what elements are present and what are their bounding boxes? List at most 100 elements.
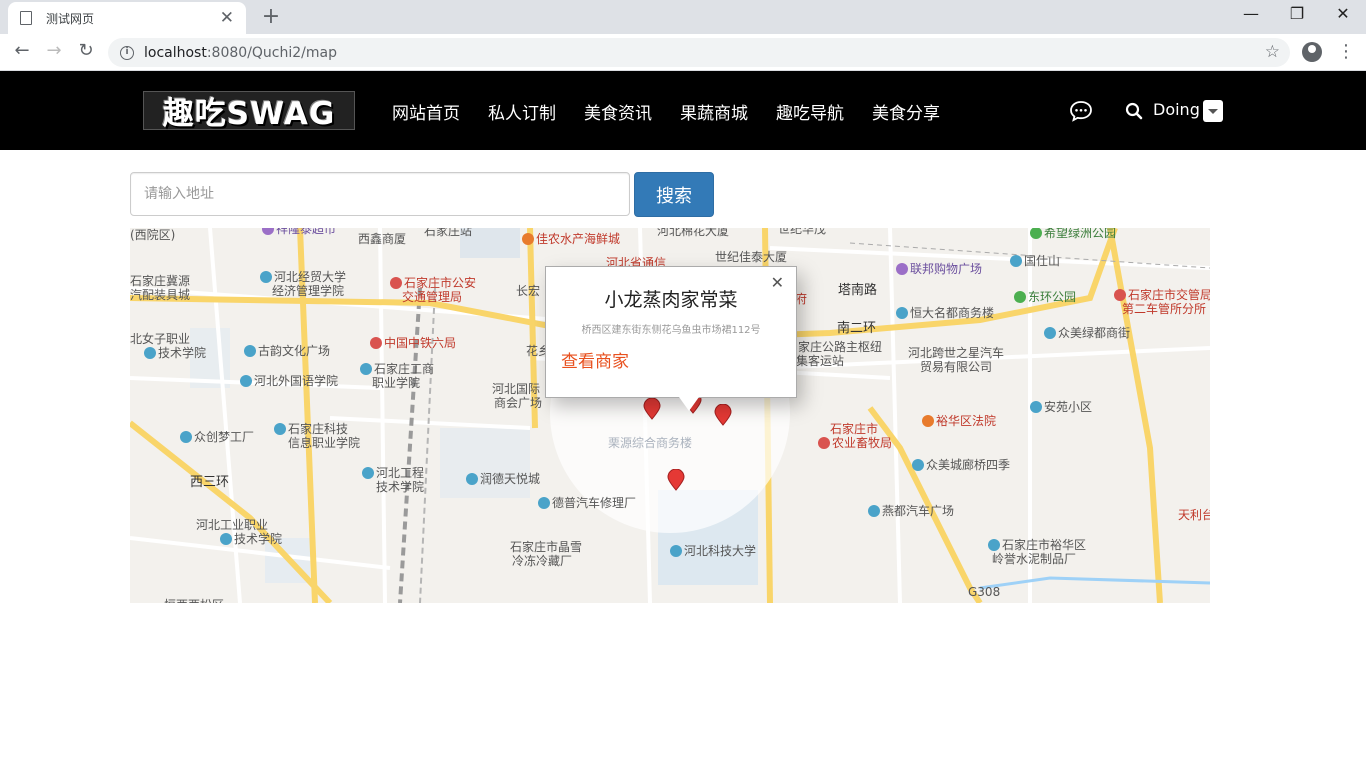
new-tab-icon[interactable]: + — [260, 4, 282, 29]
nav-map-guide[interactable]: 趣吃导航 — [776, 99, 844, 124]
map-marker-icon[interactable] — [643, 398, 661, 420]
close-tab-icon[interactable]: ✕ — [220, 8, 234, 28]
chat-icon[interactable] — [1069, 100, 1093, 122]
view-merchant-link[interactable]: 查看商家 — [561, 347, 629, 372]
poi-icon — [868, 505, 880, 517]
more-menu-icon[interactable]: ⋮ — [1337, 41, 1355, 62]
map-canvas[interactable]: (西院区) 祥隆泰超市 西鑫商厦 石家庄站 佳农水产海鲜城 河北棉花大厦 世纪华茂 希望绿洲公… — [130, 228, 1210, 603]
close-window-icon[interactable]: ✕ — [1320, 4, 1366, 23]
map-label: 燕都汽车广场 — [868, 504, 954, 518]
restore-icon[interactable]: ❐ — [1274, 4, 1320, 23]
poi-icon — [988, 539, 1000, 551]
address-input[interactable] — [130, 172, 630, 216]
poi-icon — [180, 431, 192, 443]
map-label: 众美绿都商街 — [1044, 326, 1130, 340]
map-label: 古韵文化广场 — [244, 344, 330, 358]
user-dropdown-icon[interactable] — [1203, 100, 1223, 122]
poi-icon — [240, 375, 252, 387]
poi-icon — [360, 363, 372, 375]
map-label: 世纪华茂 — [778, 228, 827, 236]
user-name[interactable]: Doing — [1153, 100, 1200, 119]
map-label: (西院区) — [130, 228, 176, 242]
bookmark-star-icon[interactable]: ☆ — [1265, 42, 1280, 62]
map-label: 石家庄工商 — [360, 362, 434, 376]
forward-icon[interactable]: → — [42, 40, 66, 61]
merchant-address: 桥西区建东街东侧花乌鱼虫市场裙112号 — [581, 325, 761, 336]
browser-tab[interactable]: 测试网页 ✕ — [8, 2, 246, 34]
browser-tab-bar: 测试网页 ✕ + — ❐ ✕ — [0, 0, 1366, 34]
map-label: 农业畜牧局 — [818, 436, 892, 450]
tab-title: 测试网页 — [46, 11, 95, 26]
map-label: 商会广场 — [494, 396, 543, 410]
account-icon[interactable] — [1302, 42, 1322, 62]
main-nav: 网站首页 私人订制 美食资讯 果蔬商城 趣吃导航 美食分享 — [392, 99, 940, 124]
map-label: 西鑫商厦 — [358, 232, 407, 246]
poi-icon — [390, 277, 402, 289]
map-label: 东环公园 — [1014, 290, 1076, 304]
search-button[interactable]: 搜索 — [634, 172, 714, 217]
search-icon[interactable] — [1125, 102, 1143, 120]
poi-icon — [1044, 327, 1056, 339]
map-label: 第二车管所分所 — [1122, 302, 1207, 316]
poi-icon — [260, 271, 272, 283]
site-navbar: 趣吃SWAG 网站首页 私人订制 美食资讯 果蔬商城 趣吃导航 美食分享 Doi… — [0, 71, 1366, 150]
map-label: 栗源综合商务楼 — [608, 436, 693, 450]
map-marker-icon[interactable] — [714, 404, 732, 426]
map-label: 技术学院 — [144, 346, 206, 360]
map-label: 交通管理局 — [402, 290, 463, 304]
map-label: 河北棉花大厦 — [657, 228, 730, 238]
poi-icon — [896, 307, 908, 319]
info-window-pointer — [679, 397, 699, 411]
poi-icon — [144, 347, 156, 359]
poi-icon — [538, 497, 550, 509]
map-label: 长宏 — [516, 284, 541, 298]
back-icon[interactable]: ← — [10, 40, 34, 61]
map-label: 世纪佳泰大厦 — [715, 250, 788, 264]
nav-custom[interactable]: 私人订制 — [488, 99, 556, 124]
nav-food-share[interactable]: 美食分享 — [872, 99, 940, 124]
map-label: 技术学院 — [220, 532, 282, 546]
map-label: 集客运站 — [796, 354, 845, 368]
poi-icon — [1114, 289, 1126, 301]
map-label: 经济管理学院 — [272, 284, 345, 298]
map-label: 北女子职业 — [130, 332, 191, 346]
map-label: 石家庄站 — [424, 228, 473, 238]
map-label: 德普汽车修理厂 — [538, 496, 636, 510]
map-label: 众美城廊桥四季 — [912, 458, 1010, 472]
map-label: G308 — [968, 585, 1001, 599]
map-label: 岭誉水泥制品厂 — [992, 552, 1077, 566]
address-bar[interactable]: i localhost:8080/Quchi2/map ☆ — [108, 38, 1290, 67]
map-label: 石家庄市裕华区 — [988, 538, 1086, 552]
poi-icon — [262, 228, 274, 235]
poi-icon — [522, 233, 534, 245]
map-label: 联邦购物广场 — [896, 262, 982, 276]
nav-home[interactable]: 网站首页 — [392, 99, 460, 124]
map-label: 恒西西松区 — [164, 598, 224, 603]
browser-toolbar: ← → ↻ i localhost:8080/Quchi2/map ☆ ⋮ — [0, 34, 1366, 71]
map-label: 塔南路 — [838, 283, 878, 298]
map-label: 河北跨世之星汽车 — [908, 346, 1005, 360]
merchant-info-window: ✕ 小龙蒸肉家常菜 桥西区建东街东侧花乌鱼虫市场裙112号 查看商家 — [545, 266, 797, 411]
minimize-icon[interactable]: — — [1228, 4, 1274, 23]
poi-icon — [1014, 291, 1026, 303]
map-label: 家庄公路主枢纽 — [798, 340, 883, 354]
poi-icon — [1030, 228, 1042, 239]
nav-food-news[interactable]: 美食资讯 — [584, 99, 652, 124]
map-label: 技术学院 — [376, 480, 425, 494]
map-label: 石家庄科技 — [274, 422, 348, 436]
url-text: localhost:8080/Quchi2/map — [144, 44, 337, 61]
reload-icon[interactable]: ↻ — [74, 40, 98, 61]
poi-icon — [670, 545, 682, 557]
poi-icon — [274, 423, 286, 435]
map-label: 恒大名都商务楼 — [896, 306, 994, 320]
map-label: 河北科技大学 — [670, 544, 756, 558]
poi-icon — [244, 345, 256, 357]
poi-icon — [896, 263, 908, 275]
info-icon[interactable]: i — [120, 45, 134, 60]
site-logo[interactable]: 趣吃SWAG — [143, 91, 355, 132]
map-label: 西三环 — [190, 475, 230, 490]
nav-produce-mall[interactable]: 果蔬商城 — [680, 99, 748, 124]
map-marker-icon[interactable] — [667, 469, 685, 491]
map-label: 河北经贸大学 — [260, 270, 346, 284]
map-label: 南二环 — [837, 321, 877, 336]
